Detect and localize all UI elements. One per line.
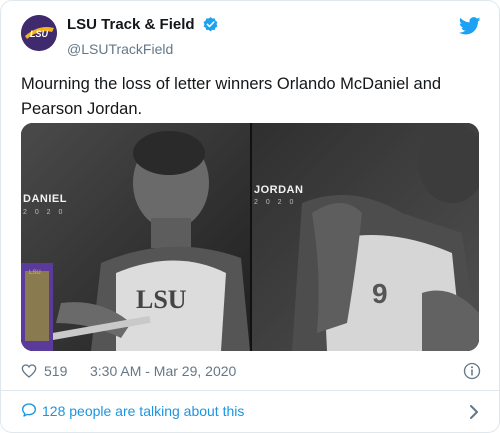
svg-text:9: 9 — [372, 278, 388, 309]
heart-icon[interactable] — [21, 363, 37, 384]
display-name[interactable]: LSU Track & Field — [67, 15, 195, 34]
tweet-meta: 519 3:30 AM - Mar 29, 2020 — [21, 361, 481, 381]
avatar[interactable]: LSU — [21, 15, 57, 51]
avatar-text: LSU — [30, 29, 49, 39]
like-count: 519 — [44, 363, 68, 379]
photo-name-right: JORDAN — [254, 184, 304, 196]
info-icon[interactable] — [463, 362, 481, 385]
photo-year-left: 2 0 2 0 — [23, 209, 66, 216]
tweet-header: LSU LSU Track & Field @LSUTrackField — [21, 15, 481, 61]
conversation-link[interactable]: 128 people are talking about this — [1, 391, 499, 432]
tweet-media[interactable]: LSU DANIEL 2 0 2 0 LSU 9 JORDAN 2 0 2 0 — [21, 123, 479, 351]
runner-photo-right: 9 — [252, 123, 479, 351]
card-label-left: LSU — [29, 270, 41, 276]
timestamp[interactable]: 3:30 AM - Mar 29, 2020 — [90, 361, 236, 381]
photo-name-left: DANIEL — [23, 193, 67, 205]
lsu-logo-icon: LSU — [21, 15, 57, 51]
verified-badge-icon — [202, 16, 219, 38]
photo-pearson-jordan[interactable]: 9 JORDAN 2 0 2 0 — [252, 123, 479, 351]
handle[interactable]: @LSUTrackField — [67, 40, 219, 58]
conversation-count[interactable]: 128 people are talking about this — [42, 401, 244, 421]
svg-text:LSU: LSU — [136, 285, 187, 314]
runner-photo-left: LSU — [21, 123, 250, 351]
author-names: LSU Track & Field @LSUTrackField — [67, 15, 219, 58]
tweet-card: LSU LSU Track & Field @LSUTrackField Mou… — [0, 0, 500, 433]
tweet-text: Mourning the loss of letter winners Orla… — [21, 75, 442, 118]
twitter-bird-icon[interactable] — [458, 17, 481, 40]
chevron-right-icon[interactable] — [469, 404, 479, 424]
photo-year-right: 2 0 2 0 — [254, 199, 297, 206]
photo-orlando-mcdaniel[interactable]: LSU DANIEL 2 0 2 0 LSU — [21, 123, 250, 351]
chat-bubble-icon — [21, 402, 37, 423]
